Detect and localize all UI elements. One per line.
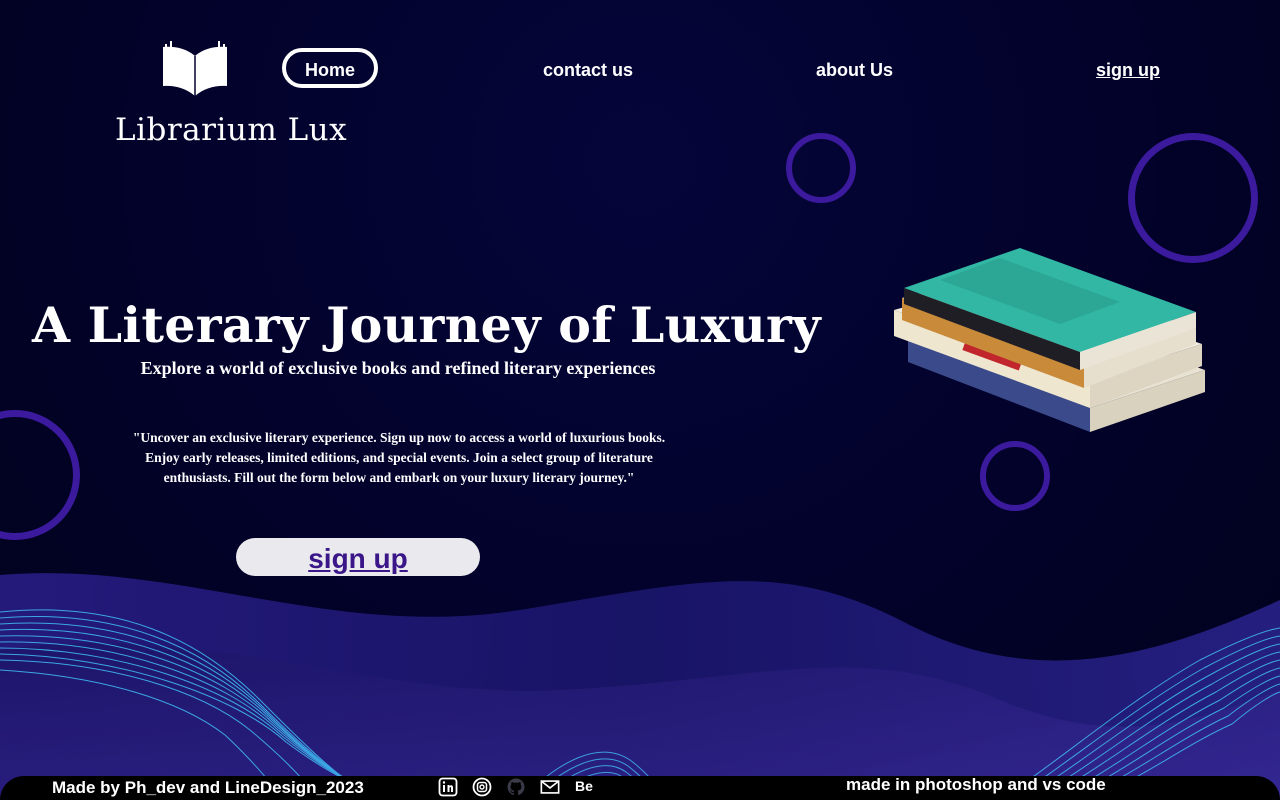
landing-page: Librarium Lux Home contact us about Us s… bbox=[0, 0, 1280, 800]
brand-name: Librarium Lux bbox=[115, 112, 348, 148]
github-icon[interactable] bbox=[506, 777, 526, 797]
nav-signup-link[interactable]: sign up bbox=[1096, 56, 1160, 84]
linkedin-icon[interactable] bbox=[438, 777, 458, 797]
behance-icon[interactable]: Be bbox=[575, 778, 593, 794]
decorative-ring bbox=[980, 441, 1050, 511]
signup-cta-button[interactable]: sign up bbox=[236, 538, 480, 576]
instagram-icon[interactable] bbox=[472, 777, 492, 797]
hero-subtitle: Explore a world of exclusive books and r… bbox=[140, 358, 656, 378]
nav-contact-link[interactable]: contact us bbox=[543, 56, 633, 84]
open-book-icon bbox=[163, 41, 227, 96]
book-stack-illustration bbox=[894, 248, 1205, 432]
nav-home-link[interactable]: Home bbox=[282, 48, 378, 88]
footer-tools-text: made in photoshop and vs code bbox=[846, 775, 1106, 794]
mail-icon[interactable] bbox=[540, 777, 560, 797]
decorative-ring bbox=[786, 133, 856, 203]
hero-title: A Literary Journey of Luxury bbox=[32, 296, 821, 354]
nav-about-link[interactable]: about Us bbox=[816, 56, 893, 84]
footer-credit: Made by Ph_dev and LineDesign_2023 bbox=[52, 778, 364, 797]
hero-quote: "Uncover an exclusive literary experienc… bbox=[132, 430, 666, 485]
